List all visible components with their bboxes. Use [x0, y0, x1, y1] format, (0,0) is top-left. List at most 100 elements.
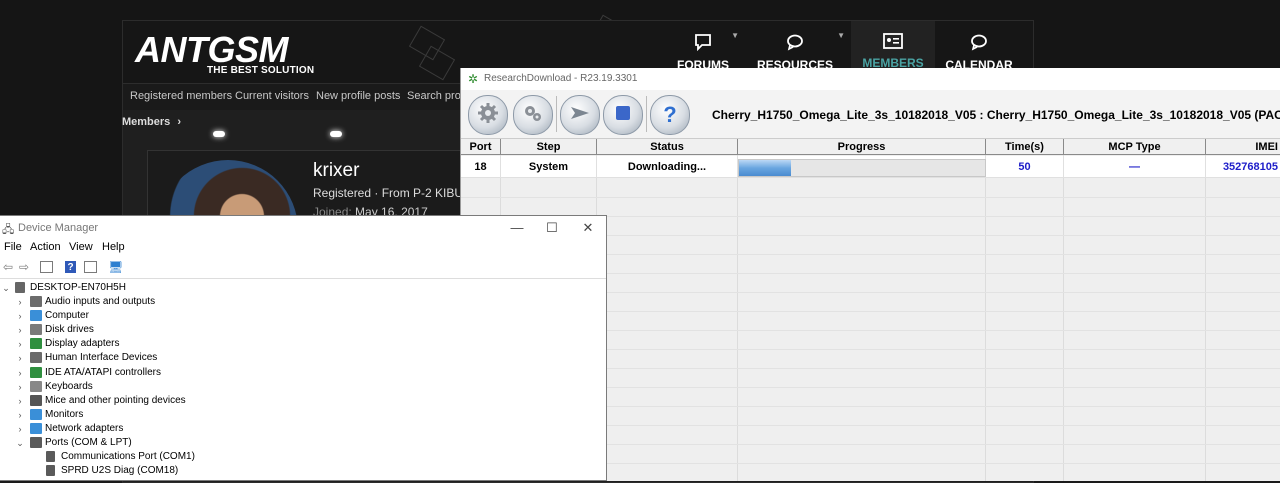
- profile-username[interactable]: krixer: [313, 160, 359, 182]
- chevron-down-icon[interactable]: ⌄: [1, 281, 11, 295]
- col-header-step[interactable]: Step: [501, 139, 597, 155]
- chevron-down-icon[interactable]: ▼: [837, 31, 845, 40]
- minimize-button[interactable]: —: [500, 218, 534, 238]
- menu-view[interactable]: View: [69, 241, 93, 253]
- load-packet-gears-icon: [521, 101, 545, 130]
- rd-titlebar[interactable]: ✲ ResearchDownload - R23.19.3301: [461, 68, 1280, 90]
- chevron-right-icon[interactable]: ›: [15, 351, 25, 365]
- tree-item-label: Audio inputs and outputs: [45, 296, 156, 307]
- speaker-icon: [30, 296, 42, 307]
- column-bg: [1063, 139, 1206, 481]
- keyboard-icon: [30, 380, 42, 392]
- hid-icon: [30, 352, 42, 364]
- cell-port: 18: [461, 156, 501, 178]
- ide-controller-icon: [30, 366, 42, 378]
- breadcrumb[interactable]: Members ›: [122, 116, 181, 128]
- device-manager-window: 🖧 Device Manager — ☐ ✕ File Action View …: [0, 215, 607, 481]
- forward-arrow-icon[interactable]: ⇨: [17, 260, 31, 274]
- disk-drive-icon: [30, 324, 42, 336]
- tree-item-label: Disk drives: [45, 324, 94, 336]
- chevron-right-icon[interactable]: ›: [15, 323, 25, 337]
- close-button[interactable]: ✕: [571, 218, 605, 238]
- cell-imei: 352768105: [1206, 156, 1280, 178]
- id-card-icon: [851, 33, 935, 54]
- back-arrow-icon[interactable]: ⇦: [1, 260, 15, 274]
- column-bg: [737, 139, 986, 481]
- light-dot-decoration: [330, 131, 342, 137]
- chevron-right-icon[interactable]: ›: [15, 408, 25, 422]
- help-button[interactable]: ?: [650, 95, 690, 135]
- tree-item-label: IDE ATA/ATAPI controllers: [45, 366, 161, 378]
- tree-root-label: DESKTOP-EN70H5H: [30, 282, 126, 293]
- column-bg: [985, 139, 1064, 481]
- show-hidden-icon[interactable]: [84, 261, 97, 273]
- chevron-right-icon: ›: [177, 116, 182, 128]
- port-icon: [30, 437, 42, 448]
- menu-help[interactable]: Help: [102, 241, 125, 253]
- monitor-icon: [30, 408, 42, 420]
- port-icon: [46, 451, 55, 463]
- chevron-right-icon[interactable]: ›: [15, 295, 25, 309]
- properties-icon[interactable]: [40, 261, 53, 273]
- progress-bar-fill: [739, 160, 791, 176]
- chevron-right-icon[interactable]: ›: [15, 422, 25, 436]
- toolbar-separator: [646, 96, 647, 132]
- col-header-time[interactable]: Time(s): [986, 139, 1064, 155]
- rd-window-title: ResearchDownload - R23.19.3301: [484, 73, 638, 84]
- scan-hardware-monitor-icon[interactable]: 🖥: [108, 260, 123, 274]
- cell-time: 50: [986, 156, 1064, 178]
- tree-item-label: Keyboards: [45, 380, 93, 392]
- site-logo-tagline: THE BEST SOLUTION: [207, 65, 315, 76]
- cell-status: Downloading...: [597, 156, 738, 178]
- col-header-port[interactable]: Port: [461, 139, 501, 155]
- col-header-imei[interactable]: IMEI: [1206, 139, 1280, 155]
- stop-download-button[interactable]: [603, 95, 643, 135]
- sub-nav-registered-members[interactable]: Registered members: [130, 90, 232, 102]
- col-header-status[interactable]: Status: [597, 139, 738, 155]
- load-packet-button[interactable]: [513, 95, 553, 135]
- sub-nav-current-visitors[interactable]: Current visitors: [235, 90, 309, 102]
- column-bg: [596, 139, 738, 481]
- chevron-right-icon[interactable]: ›: [15, 380, 25, 394]
- chevron-right-icon[interactable]: ›: [15, 366, 25, 380]
- device-tree: ⌄ DESKTOP-EN70H5H › Audio inputs and outp…: [0, 279, 606, 482]
- stop-download-icon: [612, 102, 634, 129]
- rd-toolbar: ? Cherry_H1750_Omega_Lite_3s_10182018_V0…: [461, 90, 1280, 139]
- chevron-right-icon[interactable]: ›: [15, 394, 25, 408]
- profile-registered-line: Registered · From P-2 KIBUR: [313, 186, 472, 200]
- start-download-button[interactable]: [560, 95, 600, 135]
- mouse-icon: [30, 394, 42, 406]
- breadcrumb-members[interactable]: Members: [122, 116, 170, 128]
- port-icon: [46, 465, 55, 477]
- column-bg: [1205, 139, 1280, 481]
- maximize-button[interactable]: ☐: [535, 218, 569, 238]
- tree-item-label: Network adapters: [45, 422, 124, 434]
- chevron-right-icon[interactable]: ›: [15, 309, 25, 323]
- light-dot-decoration: [213, 131, 225, 137]
- monitor-icon: [30, 310, 42, 322]
- settings-gear-icon: [476, 101, 500, 130]
- col-header-mcp-type[interactable]: MCP Type: [1064, 139, 1206, 155]
- chevron-down-icon[interactable]: ▼: [731, 31, 739, 40]
- dm-menubar: File Action View Help: [0, 240, 606, 256]
- help-icon: ?: [663, 102, 677, 127]
- dm-titlebar[interactable]: 🖧 Device Manager — ☐ ✕: [0, 216, 606, 240]
- progress-bar: [738, 159, 986, 177]
- dm-window-title: Device Manager: [18, 222, 99, 234]
- app-icon: ✲: [468, 72, 479, 86]
- menu-action[interactable]: Action: [30, 241, 61, 253]
- start-download-icon: [568, 101, 592, 130]
- dm-toolbar: ⇦ ⇨ ? 🖥: [0, 256, 606, 279]
- cell-mcp-type: —: [1064, 156, 1206, 178]
- sub-nav-new-profile-posts[interactable]: New profile posts: [316, 90, 400, 102]
- menu-file[interactable]: File: [4, 241, 22, 253]
- settings-gear-button[interactable]: [468, 95, 508, 135]
- chevron-right-icon[interactable]: ›: [15, 337, 25, 351]
- help-icon[interactable]: ?: [65, 261, 76, 273]
- tree-item-label: Human Interface Devices: [45, 352, 158, 364]
- display-adapter-icon: [30, 338, 42, 350]
- chevron-down-icon[interactable]: ⌄: [15, 436, 25, 450]
- col-header-progress[interactable]: Progress: [738, 139, 986, 155]
- sub-nav-search-profiles[interactable]: Search profi: [407, 90, 466, 102]
- tree-child-label: Communications Port (COM1): [61, 451, 195, 463]
